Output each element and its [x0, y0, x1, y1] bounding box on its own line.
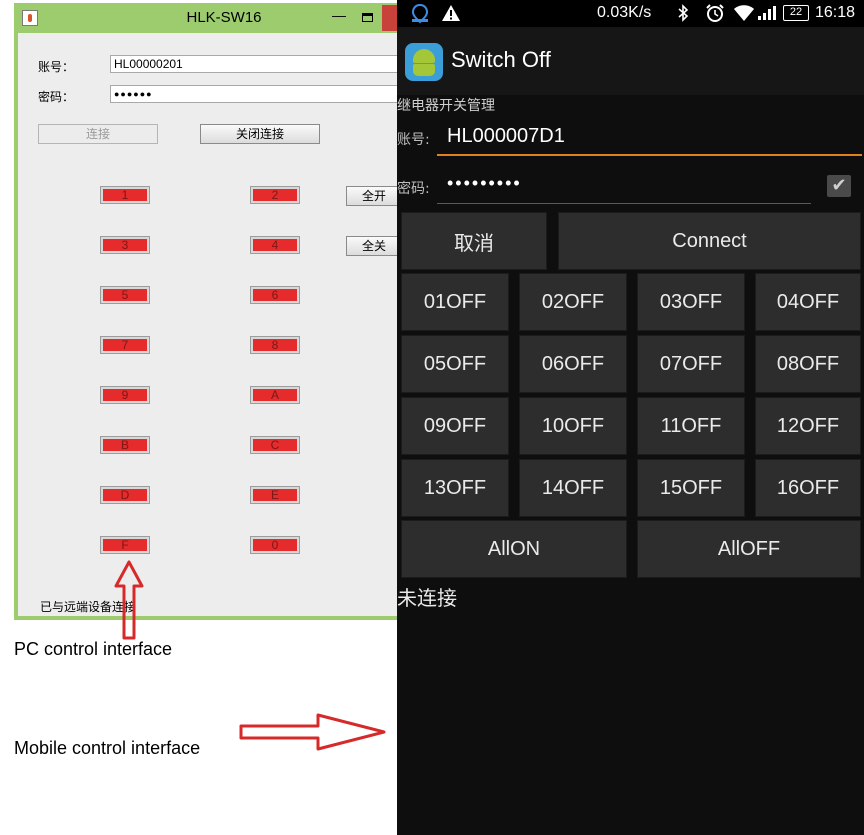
phone-password-label: 密码: — [397, 181, 430, 197]
pc-close-connection-button[interactable]: 关闭连接 — [200, 124, 320, 144]
pc-relay-button[interactable]: 2 — [250, 186, 300, 204]
relay-button[interactable]: 14OFF — [519, 459, 627, 517]
pc-relay-button[interactable]: D — [100, 486, 150, 504]
action-bar-title: Switch Off — [451, 47, 551, 72]
all-on-button[interactable]: AllON — [401, 520, 627, 578]
all-off-button[interactable]: AllOFF — [637, 520, 861, 578]
pc-relay-button[interactable]: 5 — [100, 286, 150, 304]
pc-relay-button[interactable]: C — [250, 436, 300, 454]
show-password-checkbox[interactable]: ✔ — [827, 175, 851, 197]
cancel-button[interactable]: 取消 — [401, 212, 547, 270]
pc-all-off-button[interactable]: 全关 — [346, 236, 402, 256]
relay-button[interactable]: 04OFF — [755, 273, 861, 331]
relay-button[interactable]: 06OFF — [519, 335, 627, 393]
connect-button[interactable]: Connect — [558, 212, 861, 270]
pc-relay-button[interactable]: F — [100, 536, 150, 554]
relay-button[interactable]: 08OFF — [755, 335, 861, 393]
maximize-button[interactable] — [362, 13, 373, 22]
location-icon — [411, 3, 429, 24]
android-app-icon[interactable] — [405, 43, 443, 81]
signal-icon — [758, 6, 776, 20]
pc-relay-button[interactable]: 6 — [250, 286, 300, 304]
right-arrow-icon — [239, 713, 386, 751]
bluetooth-icon — [678, 4, 689, 22]
pc-all-on-button[interactable]: 全开 — [346, 186, 402, 206]
minimize-button[interactable]: — — [332, 7, 348, 25]
relay-button[interactable]: 10OFF — [519, 397, 627, 455]
pc-relay-button[interactable]: 9 — [100, 386, 150, 404]
pc-title-bar: HLK-SW16 — — [14, 3, 398, 33]
action-bar: Switch Off — [397, 27, 864, 95]
wifi-icon — [734, 5, 754, 21]
pc-account-label: 账号： — [38, 60, 75, 74]
connection-status-text: 未连接 — [397, 586, 457, 610]
alarm-icon — [706, 4, 724, 22]
phone-screen: 0.03K/s 22 16:18 Switch Off 继电器开关管理 账号: … — [397, 0, 864, 835]
phone-password-input[interactable]: ••••••••• — [447, 173, 522, 194]
relay-button[interactable]: 12OFF — [755, 397, 861, 455]
pc-caption: PC control interface — [14, 639, 173, 659]
relay-button[interactable]: 02OFF — [519, 273, 627, 331]
pc-account-input[interactable]: HL00000201 — [110, 55, 400, 73]
account-input-underline — [437, 154, 862, 156]
pc-relay-button[interactable]: 4 — [250, 236, 300, 254]
relay-button[interactable]: 03OFF — [637, 273, 745, 331]
pc-window-title: HLK-SW16 — [186, 9, 262, 26]
java-app-icon — [22, 10, 38, 26]
pc-relay-button[interactable]: B — [100, 436, 150, 454]
pc-client-area: 账号： HL00000201 密码： ●●●●●● 连接 关闭连接 全开 全关 … — [18, 33, 402, 616]
relay-button[interactable]: 09OFF — [401, 397, 509, 455]
up-arrow-icon — [114, 560, 144, 640]
phone-account-label: 账号: — [397, 132, 430, 148]
status-bar: 0.03K/s 22 16:18 — [397, 0, 864, 27]
battery-level: 22 — [789, 6, 803, 18]
pc-connect-button[interactable]: 连接 — [38, 124, 158, 144]
pc-relay-button[interactable]: 7 — [100, 336, 150, 354]
phone-account-input[interactable]: HL000007D1 — [447, 125, 565, 148]
pc-password-input[interactable]: ●●●●●● — [110, 85, 400, 103]
pc-password-label: 密码： — [38, 90, 75, 104]
relay-button[interactable]: 16OFF — [755, 459, 861, 517]
pc-relay-button[interactable]: 8 — [250, 336, 300, 354]
pc-relay-button[interactable]: 0 — [250, 536, 300, 554]
relay-management-heading: 继电器开关管理 — [397, 98, 495, 114]
pc-relay-button[interactable]: E — [250, 486, 300, 504]
relay-button[interactable]: 01OFF — [401, 273, 509, 331]
clock: 16:18 — [815, 4, 856, 21]
relay-button[interactable]: 07OFF — [637, 335, 745, 393]
relay-button[interactable]: 05OFF — [401, 335, 509, 393]
warning-icon — [442, 5, 460, 21]
password-input-underline — [437, 203, 811, 204]
relay-button[interactable]: 11OFF — [637, 397, 745, 455]
mobile-caption: Mobile control interface — [14, 738, 201, 758]
battery-icon: 22 — [783, 5, 809, 21]
pc-relay-button[interactable]: 3 — [100, 236, 150, 254]
network-speed: 0.03K/s — [597, 4, 652, 21]
close-button[interactable] — [382, 5, 398, 31]
pc-relay-button[interactable]: A — [250, 386, 300, 404]
relay-button[interactable]: 13OFF — [401, 459, 509, 517]
pc-window: HLK-SW16 — 账号： HL00000201 密码： ●●●●●● 连接 … — [14, 3, 402, 620]
relay-button[interactable]: 15OFF — [637, 459, 745, 517]
pc-relay-button[interactable]: 1 — [100, 186, 150, 204]
